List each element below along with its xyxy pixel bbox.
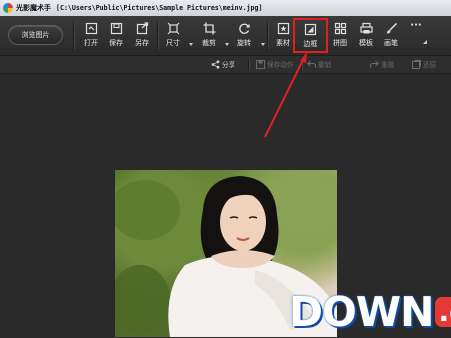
main-toolbar: 浏览图片 打开 保存 另存 尺寸 裁剪 旋转 素材 边框 拼图 模板 画笔 ··… — [0, 16, 451, 56]
save-action-icon — [256, 59, 265, 69]
rotate-icon — [238, 23, 250, 34]
title-bar: 光影魔术手 [C:\Users\Public\Pictures\Sample P… — [0, 0, 451, 16]
resize-button[interactable]: 尺寸 — [158, 20, 188, 52]
brush-label: 画笔 — [384, 39, 398, 47]
watermark-main: DOWN — [289, 287, 434, 336]
restore-label: 还原 — [423, 61, 437, 69]
save-action-button[interactable]: 保存动作 — [256, 59, 293, 69]
redo-button[interactable]: 重做 — [370, 59, 394, 69]
material-label: 素材 — [276, 39, 290, 47]
watermark-suffix: .cc — [435, 296, 451, 328]
open-label: 打开 — [84, 39, 98, 47]
collage-icon — [334, 22, 346, 35]
file-path: [C:\Users\Public\Pictures\Sample Picture… — [56, 4, 263, 12]
undo-button[interactable]: 撤销 — [307, 59, 331, 69]
watermark: DOWN .cc — [289, 287, 451, 336]
share-icon — [211, 59, 220, 69]
save-label: 保存 — [109, 39, 123, 47]
subbar-divider — [301, 59, 302, 70]
crop-button[interactable]: 裁剪 — [194, 20, 224, 52]
rotate-label: 旋转 — [237, 39, 251, 47]
border-button[interactable]: 边框 — [293, 18, 328, 53]
open-icon — [85, 22, 97, 35]
save-icon — [110, 22, 122, 35]
resize-label: 尺寸 — [166, 39, 180, 47]
brush-icon — [386, 22, 397, 34]
app-window: 光影魔术手 [C:\Users\Public\Pictures\Sample P… — [0, 0, 451, 338]
more-button[interactable]: ··· — [401, 20, 431, 52]
crop-label: 裁剪 — [202, 39, 216, 47]
rotate-dropdown-arrow[interactable] — [261, 43, 265, 46]
restore-button[interactable]: 还原 — [412, 59, 436, 69]
border-label: 边框 — [303, 40, 318, 48]
save-action-label: 保存动作 — [267, 61, 294, 69]
resize-icon — [167, 22, 179, 35]
secondary-toolbar: 分享 保存动作 撤销 重做 还原 — [0, 56, 451, 123]
save-as-label: 另存 — [135, 39, 149, 47]
app-name: 光影魔术手 — [16, 4, 51, 12]
browse-images-button[interactable]: 浏览图片 — [8, 25, 63, 45]
redo-label: 重做 — [381, 61, 395, 69]
collage-label: 拼图 — [333, 39, 347, 47]
expand-corner-icon[interactable] — [423, 40, 427, 44]
share-button[interactable]: 分享 — [211, 59, 235, 69]
border-icon — [304, 23, 317, 36]
undo-icon — [307, 60, 316, 68]
save-as-icon — [136, 22, 148, 35]
redo-icon — [370, 60, 379, 68]
resize-dropdown-arrow[interactable] — [189, 43, 193, 46]
toolbar-divider — [73, 22, 74, 50]
share-label: 分享 — [222, 61, 236, 69]
more-label: ··· — [410, 20, 422, 31]
template-label: 模板 — [359, 39, 373, 47]
save-as-button[interactable]: 另存 — [127, 20, 157, 52]
undo-label: 撤销 — [318, 61, 332, 69]
crop-icon — [203, 22, 215, 35]
subbar-divider — [248, 59, 249, 70]
app-logo-icon — [3, 3, 13, 13]
rotate-button[interactable]: 旋转 — [229, 20, 259, 52]
template-icon — [359, 22, 373, 34]
material-icon — [277, 22, 289, 35]
restore-icon — [412, 59, 421, 69]
